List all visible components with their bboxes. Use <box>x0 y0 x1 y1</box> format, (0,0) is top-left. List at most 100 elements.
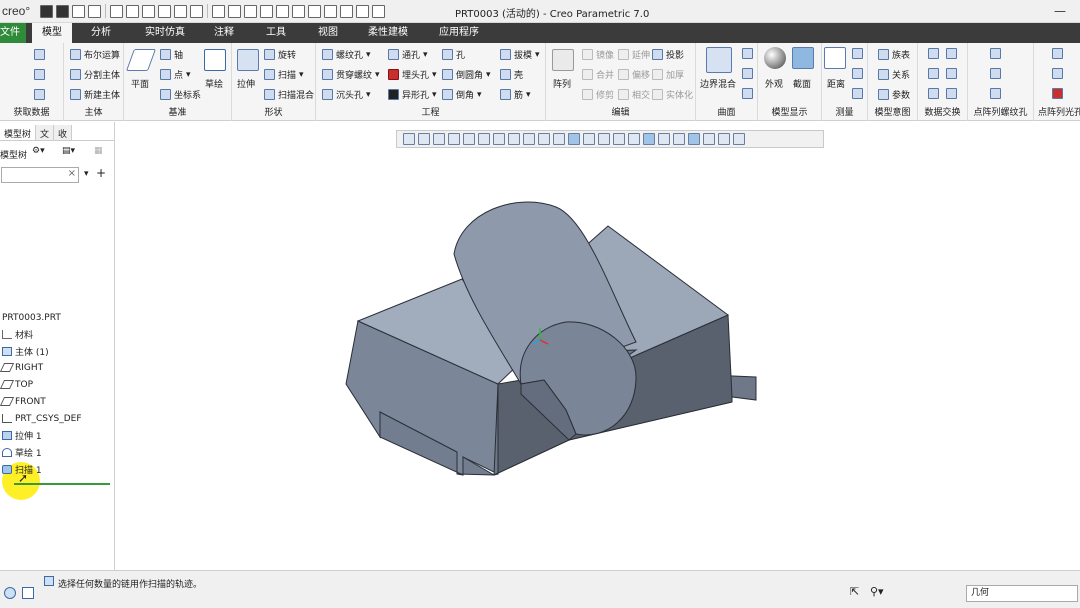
axis-display-icon[interactable] <box>598 133 610 145</box>
tree-search-field[interactable]: × <box>1 167 79 183</box>
diameter-icon[interactable] <box>852 48 863 59</box>
export-icon[interactable] <box>260 4 273 18</box>
reference-icon[interactable] <box>946 88 957 99</box>
tree-node-right[interactable]: RIGHT <box>0 360 43 375</box>
display-style-icon[interactable] <box>523 133 535 145</box>
import-icon[interactable] <box>928 48 939 59</box>
repaint-icon[interactable] <box>448 133 460 145</box>
tree-columns-icon[interactable]: ▤▾ <box>62 146 75 156</box>
project-button[interactable]: 投影 <box>652 48 684 61</box>
csys-button[interactable]: 坐标系 <box>160 88 201 101</box>
open-file-icon[interactable] <box>88 4 101 18</box>
thicken-button[interactable]: 加厚 <box>652 68 684 81</box>
appearance-icon[interactable] <box>764 47 786 69</box>
tree-node-extrude[interactable]: 拉伸 1 <box>2 428 42 443</box>
pattern-light-icon-1[interactable] <box>1052 48 1063 59</box>
sweep-button[interactable]: 扫描 ▾ <box>264 68 304 81</box>
orient-icon[interactable] <box>673 133 685 145</box>
csys-display-icon[interactable] <box>628 133 640 145</box>
copy-geometry-icon[interactable] <box>34 69 45 80</box>
open-recent-icon[interactable] <box>126 4 139 18</box>
simulation-icon[interactable] <box>703 133 715 145</box>
find-icon[interactable]: ⚲▾ <box>870 585 884 598</box>
settings-icon[interactable] <box>356 4 369 18</box>
tab-view[interactable]: 视图 <box>312 23 344 43</box>
tab-tools[interactable]: 工具 <box>260 23 292 43</box>
graphics-window[interactable] <box>116 122 1080 570</box>
through-thread-button[interactable]: 贯穿螺纹 ▾ <box>322 68 380 81</box>
boundary-blend-icon[interactable] <box>706 47 732 73</box>
spin-icon[interactable] <box>658 133 670 145</box>
tab-applications[interactable]: 应用程序 <box>433 23 485 43</box>
folder-icon[interactable] <box>110 4 123 18</box>
section-button[interactable]: 截面 <box>793 77 811 90</box>
tab-model[interactable]: 模型 <box>32 23 72 43</box>
swept-blend-button[interactable]: 扫描混合 <box>264 88 314 101</box>
extrude-button[interactable]: 拉伸 <box>237 77 255 90</box>
tree-node-part[interactable]: PRT0003.PRT <box>2 310 61 325</box>
pattern-hole-icon-1[interactable] <box>990 48 1001 59</box>
annotation-filter-icon[interactable] <box>688 133 700 145</box>
relations-button[interactable]: 关系 <box>878 68 910 81</box>
pattern-hole-icon-3[interactable] <box>990 88 1001 99</box>
ribbon-toggle-icon[interactable] <box>40 4 53 18</box>
trim-button[interactable]: 修剪 <box>582 88 614 101</box>
new-body-button[interactable]: 新建主体 <box>70 88 120 101</box>
pattern-hole-icon-2[interactable] <box>990 68 1001 79</box>
tree-filter-icon[interactable]: ▦ <box>94 146 103 156</box>
pattern-button[interactable]: 阵列 <box>553 77 571 90</box>
tree-search-input[interactable] <box>2 168 66 182</box>
zoom-out-icon[interactable] <box>433 133 445 145</box>
pen-icon[interactable] <box>56 4 69 18</box>
axis-button[interactable]: 轴 <box>160 48 183 61</box>
zoom-in-icon[interactable] <box>418 133 430 145</box>
sketch-icon[interactable] <box>204 49 226 71</box>
saved-orientations-icon[interactable] <box>493 133 505 145</box>
tab-folder-browser[interactable]: 文 <box>36 125 55 140</box>
curve-analysis-icon[interactable] <box>852 68 863 79</box>
freestyle-icon[interactable] <box>742 88 753 99</box>
paste-icon[interactable] <box>308 4 321 18</box>
mirror-button[interactable]: 镜像 <box>582 48 614 61</box>
save-as-icon[interactable] <box>158 4 171 18</box>
through-hole-button[interactable]: 通孔 ▾ <box>388 48 428 61</box>
section-icon[interactable] <box>792 47 814 69</box>
search-dropdown-icon[interactable]: ▾ <box>84 169 89 179</box>
transfer-icon[interactable] <box>946 68 957 79</box>
add-icon[interactable]: + <box>96 166 106 180</box>
regenerate-icon[interactable] <box>212 4 225 18</box>
insert-indicator[interactable] <box>14 483 110 485</box>
save-icon[interactable] <box>142 4 155 18</box>
shell-button[interactable]: 壳 <box>500 68 523 81</box>
revolve-button[interactable]: 旋转 <box>264 48 296 61</box>
minimize-button[interactable]: — <box>1040 0 1080 22</box>
distance-icon[interactable] <box>824 47 846 69</box>
spin-center-icon[interactable] <box>463 133 475 145</box>
tapped-hole-button[interactable]: 埋头孔 ▾ <box>388 68 437 81</box>
tree-node-top[interactable]: TOP <box>0 377 33 392</box>
selection-filter-dropdown[interactable]: 几何 <box>966 585 1078 602</box>
pause-icon[interactable] <box>718 133 730 145</box>
point-display-icon[interactable] <box>613 133 625 145</box>
model-canvas[interactable] <box>116 122 1080 570</box>
export-data-icon[interactable] <box>928 68 939 79</box>
window-icon[interactable] <box>228 4 241 18</box>
user-defined-feature-icon[interactable] <box>34 49 45 60</box>
customize-icon[interactable] <box>372 4 385 18</box>
annotation-display-icon[interactable] <box>643 133 655 145</box>
tab-analysis[interactable]: 分析 <box>85 23 117 43</box>
chamfer-button[interactable]: 倒角 ▾ <box>442 88 482 101</box>
point-button[interactable]: 点 ▾ <box>160 68 191 81</box>
pattern-light-icon-2[interactable] <box>1052 68 1063 79</box>
shaped-hole-button[interactable]: 异形孔 ▾ <box>388 88 437 101</box>
pattern-light-icon-3[interactable] <box>1052 88 1063 99</box>
section-view-icon[interactable] <box>553 133 565 145</box>
new-file-icon[interactable] <box>72 4 85 18</box>
tree-node-body[interactable]: 主体 (1) <box>2 344 49 359</box>
parameters-button[interactable]: 参数 <box>878 88 910 101</box>
boundary-blend-button[interactable]: 边界混合 <box>700 77 736 90</box>
hole-button[interactable]: 孔 <box>442 48 465 61</box>
distance-button[interactable]: 距离 <box>827 77 845 90</box>
tree-node-material[interactable]: 材料 <box>2 327 33 342</box>
browser-icon[interactable] <box>22 587 34 599</box>
